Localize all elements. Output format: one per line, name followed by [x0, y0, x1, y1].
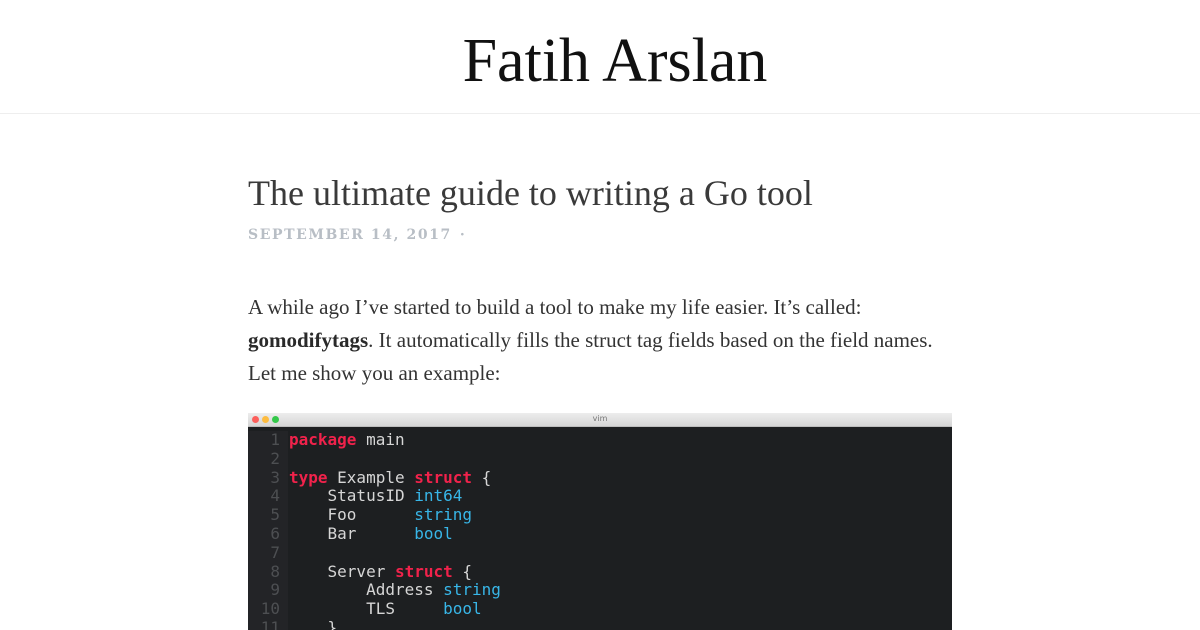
- code-token: StatusID: [289, 486, 415, 506]
- code-text: package main: [288, 430, 405, 450]
- line-number: 1: [248, 430, 288, 450]
- code-line: 4 StatusID int64: [248, 486, 952, 507]
- code-token: {: [452, 561, 473, 581]
- line-number: 6: [248, 524, 288, 544]
- code-line: 6 Bar bool: [248, 523, 952, 544]
- code-line: 11 }: [248, 617, 952, 630]
- code-keyword: type: [289, 467, 328, 487]
- code-line: 1 package main: [248, 430, 952, 450]
- code-line: 10 TLS bool: [248, 599, 952, 619]
- code-text: type Example struct {: [288, 467, 492, 488]
- code-type: string: [414, 505, 473, 525]
- code-type: string: [443, 580, 501, 600]
- line-number: 2: [248, 449, 288, 469]
- code-line: 8 Server struct {: [248, 561, 952, 582]
- post-meta: September 14, 2017 ·: [248, 227, 952, 247]
- code-type: bool: [443, 599, 482, 619]
- code-token: Foo: [289, 505, 415, 525]
- code-text: Server struct {: [288, 561, 473, 582]
- intro-paragraph: A while ago I’ve started to build a tool…: [248, 291, 952, 390]
- code-token: main: [356, 430, 405, 449]
- code-text: TLS bool: [288, 599, 482, 619]
- code-keyword: struct: [394, 561, 453, 581]
- code-token: }: [289, 617, 338, 630]
- terminal-title-bar: vim: [248, 413, 952, 427]
- code-line: 9 Address string: [248, 580, 952, 601]
- line-number: 11: [248, 618, 288, 630]
- code-token: Server: [289, 561, 395, 581]
- line-number: 8: [248, 562, 288, 582]
- code-token: Example: [327, 467, 415, 487]
- code-text: }: [288, 617, 338, 630]
- site-header: Fatih Arslan: [0, 0, 1200, 114]
- meta-separator: ·: [459, 227, 467, 243]
- terminal-screenshot: vim 1 package main 2 3 type Example struct {…: [248, 413, 952, 630]
- code-text: Address string: [288, 580, 501, 600]
- terminal-window-title: vim: [592, 414, 608, 423]
- code-line: 3 type Example struct {: [248, 467, 952, 488]
- code-token: TLS: [289, 599, 444, 619]
- code-token: {: [472, 467, 492, 487]
- tool-name: gomodifytags: [248, 328, 369, 352]
- post-title: The ultimate guide to writing a Go tool: [248, 173, 813, 213]
- code-type: bool: [414, 523, 453, 543]
- code-text: Bar bool: [288, 523, 453, 544]
- code-text: StatusID int64: [288, 486, 463, 506]
- intro-text-1: A while ago I’ve started to build a tool…: [248, 295, 862, 319]
- code-line: 2: [248, 449, 952, 469]
- code-token: Address: [289, 580, 444, 600]
- line-number: 3: [248, 468, 288, 488]
- line-number: 9: [248, 581, 288, 601]
- post-date: September 14, 2017: [248, 227, 452, 243]
- code-token: Bar: [289, 523, 415, 543]
- code-view: 1 package main 2 3 type Example struct {4 St…: [248, 427, 952, 630]
- post-body: A while ago I’ve started to build a tool…: [248, 291, 952, 390]
- code-line: 5 Foo string: [248, 505, 952, 525]
- code-line: 7: [248, 543, 952, 563]
- line-number: 7: [248, 543, 288, 563]
- post-article: The ultimate guide to writing a Go tool …: [248, 160, 952, 390]
- code-type: int64: [414, 486, 463, 506]
- site-title-link[interactable]: Fatih Arslan: [0, 28, 1200, 94]
- code-keyword: struct: [414, 467, 473, 487]
- code-keyword: package: [289, 430, 357, 449]
- line-number: 4: [248, 487, 288, 507]
- code-text: Foo string: [288, 505, 473, 525]
- line-number: 5: [248, 505, 288, 525]
- line-number: 10: [248, 599, 288, 619]
